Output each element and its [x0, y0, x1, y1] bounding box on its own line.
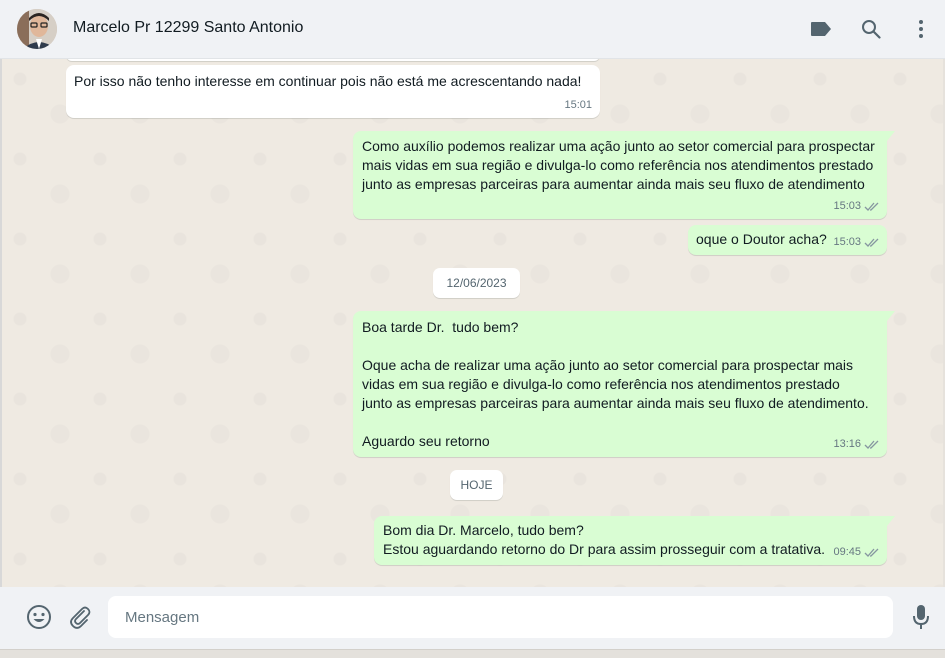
message-bubble-outgoing[interactable]: oque o Doutor acha? 15:03: [688, 225, 887, 255]
message-text: Por isso não tenho interesse em continua…: [74, 73, 582, 89]
double-check-icon: [864, 440, 879, 449]
chat-header: Marcelo Pr 12299 Santo Antonio: [0, 0, 945, 59]
panel-divider: [0, 59, 2, 587]
message-bubble-partial: [66, 59, 600, 61]
composer-bar: [0, 587, 945, 649]
emoji-icon[interactable]: [25, 603, 53, 631]
message-meta: 15:03: [833, 197, 880, 216]
message-list[interactable]: Por isso não tenho interesse em continua…: [0, 59, 945, 587]
search-icon[interactable]: [857, 15, 885, 43]
double-check-icon: [864, 202, 879, 211]
attach-icon[interactable]: [66, 603, 94, 631]
contact-name[interactable]: Marcelo Pr 12299 Santo Antonio: [73, 19, 303, 37]
double-check-icon: [864, 238, 879, 247]
message-text: Como auxílio podemos realizar uma ação j…: [362, 138, 875, 192]
message-time: 09:45: [833, 546, 861, 558]
date-separator: HOJE: [450, 470, 503, 500]
message-text: Boa tarde Dr. tudo bem? Oque acha de rea…: [362, 319, 869, 449]
message-time: 15:01: [564, 99, 592, 111]
bubble-tail: [887, 131, 895, 141]
message-meta: 15:01: [564, 96, 592, 115]
date-separator: 12/06/2023: [433, 268, 520, 298]
double-check-icon: [864, 548, 879, 557]
window-bottom-edge: [0, 649, 945, 658]
message-time: 15:03: [833, 200, 861, 212]
message-text: oque o Doutor acha?: [696, 231, 827, 247]
bubble-tail: [887, 311, 895, 321]
message-meta: 13:16: [833, 435, 880, 454]
message-bubble-outgoing[interactable]: Bom dia Dr. Marcelo, tudo bem? Estou agu…: [374, 516, 895, 565]
message-bubble-incoming[interactable]: Por isso não tenho interesse em continua…: [66, 65, 600, 118]
message-input[interactable]: [108, 596, 893, 638]
message-time: 13:16: [833, 438, 861, 450]
more-vertical-icon[interactable]: [907, 15, 935, 43]
microphone-icon[interactable]: [907, 603, 935, 631]
message-time: 15:03: [833, 236, 861, 248]
contact-avatar[interactable]: [17, 9, 57, 49]
message-bubble-outgoing[interactable]: Como auxílio podemos realizar uma ação j…: [353, 131, 895, 219]
message-text: Bom dia Dr. Marcelo, tudo bem? Estou agu…: [383, 522, 826, 557]
bubble-tail: [887, 516, 895, 526]
message-meta: 15:03: [833, 233, 880, 252]
message-bubble-outgoing[interactable]: Boa tarde Dr. tudo bem? Oque acha de rea…: [353, 311, 895, 457]
message-meta: 09:45: [833, 543, 880, 562]
label-icon[interactable]: [807, 15, 835, 43]
